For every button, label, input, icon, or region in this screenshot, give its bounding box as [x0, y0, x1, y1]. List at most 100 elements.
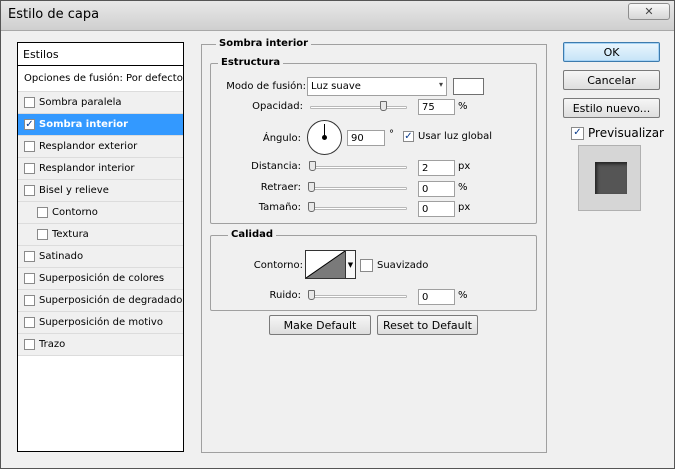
choke-slider-thumb[interactable] — [308, 182, 315, 192]
quality-group: Calidad Contorno: ▼ Suavizado Ruido: 0 % — [210, 229, 537, 311]
choke-label: Retraer: — [260, 182, 301, 193]
global-light-checkbox[interactable] — [403, 131, 414, 142]
noise-unit: % — [458, 290, 468, 301]
blend-mode-label: Modo de fusión: — [226, 81, 306, 92]
style-item-label: Sombra paralela — [39, 97, 122, 108]
noise-slider-thumb[interactable] — [308, 290, 315, 300]
size-unit: px — [458, 202, 471, 213]
style-item-checkbox[interactable] — [24, 339, 35, 350]
angle-dial[interactable] — [307, 120, 342, 155]
style-item-11[interactable]: Superposición de motivo — [18, 312, 183, 334]
style-item-label: Resplandor exterior — [39, 141, 138, 152]
distance-input[interactable]: 2 — [418, 160, 455, 176]
distance-label: Distancia: — [251, 161, 301, 172]
size-slider-thumb[interactable] — [308, 202, 315, 212]
opacity-slider-thumb[interactable] — [379, 101, 387, 111]
style-item-8[interactable]: Satinado — [18, 246, 183, 268]
style-item-label: Sombra interior — [39, 119, 129, 130]
style-item-label: Textura — [52, 229, 89, 240]
style-item-checkbox[interactable] — [24, 185, 35, 196]
style-preview — [578, 145, 641, 211]
blend-mode-select[interactable]: Luz suave ▾ — [307, 77, 447, 96]
angle-input[interactable]: 90 — [347, 130, 385, 146]
preview-row[interactable]: Previsualizar — [571, 126, 664, 140]
styles-panel: Estilos Opciones de fusión: Por defecto S… — [17, 42, 184, 452]
contour-curve-icon — [305, 250, 346, 279]
choke-unit: % — [458, 182, 468, 193]
style-item-5[interactable]: Bisel y relieve — [18, 180, 183, 202]
ok-button[interactable]: OK — [563, 42, 660, 62]
opacity-unit: % — [458, 101, 468, 112]
noise-slider[interactable] — [310, 295, 407, 298]
style-item-0[interactable]: Opciones de fusión: Por defecto — [18, 66, 183, 92]
style-item-checkbox[interactable] — [37, 207, 48, 218]
style-item-checkbox[interactable] — [37, 229, 48, 240]
style-item-label: Bisel y relieve — [39, 185, 109, 196]
style-item-4[interactable]: Resplandor interior — [18, 158, 183, 180]
shadow-color-swatch[interactable] — [453, 78, 484, 95]
choke-input[interactable]: 0 — [418, 181, 455, 197]
style-item-checkbox[interactable] — [24, 273, 35, 284]
new-style-button[interactable]: Estilo nuevo... — [563, 98, 660, 118]
make-default-button[interactable]: Make Default — [269, 315, 371, 335]
antialias-row[interactable]: Suavizado — [360, 259, 428, 272]
style-item-7[interactable]: Textura — [18, 224, 183, 246]
reset-default-button[interactable]: Reset to Default — [377, 315, 478, 335]
close-icon: ✕ — [644, 5, 654, 18]
choke-slider[interactable] — [310, 187, 407, 190]
styles-header[interactable]: Estilos — [18, 43, 183, 66]
noise-input[interactable]: 0 — [418, 289, 455, 305]
preview-label: Previsualizar — [588, 126, 664, 140]
size-slider[interactable] — [310, 207, 407, 210]
window-title: Estilo de capa — [8, 7, 100, 22]
style-item-checkbox[interactable] — [24, 97, 35, 108]
inner-shadow-title: Sombra interior — [216, 38, 312, 49]
style-item-checkbox[interactable] — [24, 295, 35, 306]
style-item-12[interactable]: Trazo — [18, 334, 183, 356]
style-item-9[interactable]: Superposición de colores — [18, 268, 183, 290]
style-item-checkbox[interactable] — [24, 141, 35, 152]
size-input[interactable]: 0 — [418, 201, 455, 217]
cancel-button[interactable]: Cancelar — [563, 70, 660, 90]
angle-dial-center — [322, 135, 327, 140]
antialias-checkbox[interactable] — [360, 259, 373, 272]
style-item-label: Satinado — [39, 251, 84, 262]
style-item-checkbox[interactable] — [24, 251, 35, 262]
distance-slider-thumb[interactable] — [309, 161, 316, 171]
opacity-slider[interactable] — [310, 106, 407, 109]
title-bar[interactable]: Estilo de capa ✕ — [1, 1, 674, 31]
style-item-checkbox[interactable] — [24, 119, 35, 130]
style-item-label: Resplandor interior — [39, 163, 135, 174]
contour-label: Contorno: — [253, 260, 303, 271]
style-item-label: Superposición de motivo — [39, 317, 163, 328]
style-item-checkbox[interactable] — [24, 163, 35, 174]
close-button[interactable]: ✕ — [628, 3, 670, 20]
layer-style-dialog: Estilo de capa ✕ Estilos Opciones de fus… — [0, 0, 675, 469]
style-item-1[interactable]: Sombra paralela — [18, 92, 183, 114]
contour-dropdown-button[interactable]: ▼ — [346, 250, 356, 279]
contour-arrow-icon: ▼ — [347, 260, 354, 269]
structure-title: Estructura — [218, 57, 284, 68]
distance-slider[interactable] — [310, 166, 407, 169]
preview-checkbox[interactable] — [571, 126, 584, 140]
style-item-6[interactable]: Contorno — [18, 202, 183, 224]
distance-unit: px — [458, 161, 471, 172]
contour-preview[interactable] — [305, 250, 346, 279]
blend-mode-value: Luz suave — [311, 81, 361, 92]
opacity-input[interactable]: 75 — [418, 99, 455, 115]
style-item-10[interactable]: Superposición de degradado — [18, 290, 183, 312]
angle-label: Ángulo: — [262, 133, 301, 144]
quality-title: Calidad — [228, 229, 277, 240]
style-item-label: Superposición de colores — [39, 273, 165, 284]
style-item-2[interactable]: Sombra interior — [18, 114, 183, 136]
style-item-label: Opciones de fusión: Por defecto — [24, 73, 183, 84]
style-item-3[interactable]: Resplandor exterior — [18, 136, 183, 158]
inner-shadow-group: Sombra interior Estructura Modo de fusió… — [201, 38, 547, 453]
antialias-label: Suavizado — [377, 260, 429, 271]
preview-thumbnail — [595, 162, 627, 194]
global-light-row[interactable]: Usar luz global — [403, 131, 492, 142]
style-item-label: Superposición de degradado — [39, 295, 183, 306]
global-light-label: Usar luz global — [418, 131, 492, 142]
angle-unit: ° — [389, 129, 394, 140]
style-item-checkbox[interactable] — [24, 317, 35, 328]
